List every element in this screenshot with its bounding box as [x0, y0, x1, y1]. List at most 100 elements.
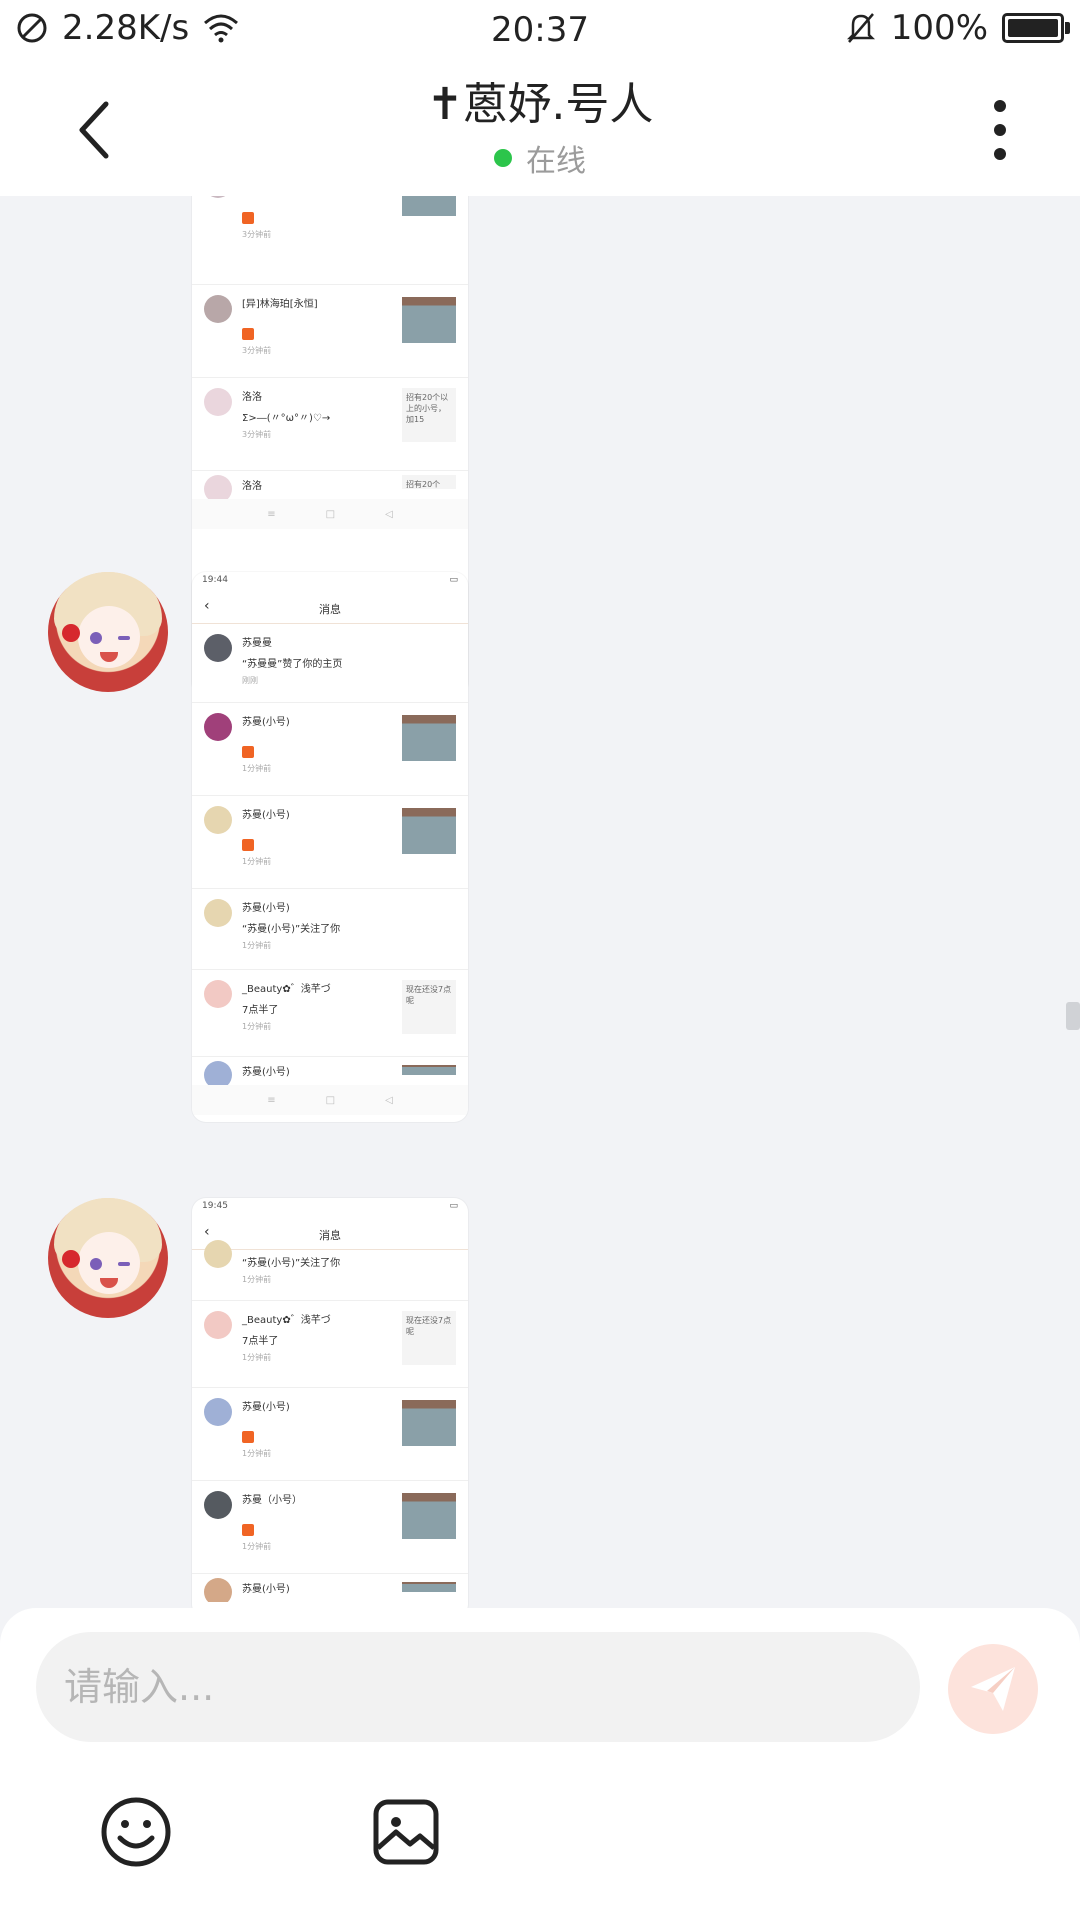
shot-status-bar: 19:45 ▭	[192, 1198, 468, 1219]
mini-avatar	[204, 196, 232, 198]
quoted-note: 现在还没7点呢	[402, 980, 456, 1034]
row-meta: 1分钟前	[242, 857, 272, 866]
post-thumbnail	[402, 297, 456, 343]
mini-avatar	[204, 1311, 232, 1339]
like-icon	[242, 1524, 254, 1536]
like-icon	[242, 746, 254, 758]
battery-icon	[1002, 13, 1070, 43]
mini-avatar	[204, 980, 232, 1008]
row-text: “苏曼(小号)”关注了你	[242, 1258, 341, 1269]
shot2-row-2: 苏曼(小号) 1分钟前	[192, 703, 468, 796]
shot3-row-3: 苏曼(小号) 1分钟前	[192, 1388, 468, 1481]
row-name: 苏曼曼	[242, 638, 272, 649]
post-thumbnail	[402, 1400, 456, 1446]
mute-bell-icon	[846, 13, 875, 43]
image-message-2[interactable]: 19:44 ▭ ‹ 消息 苏曼曼 “苏曼曼”赞了你的主页 刚刚 苏曼(小号) 1…	[192, 572, 468, 1122]
more-options-button[interactable]	[960, 90, 1040, 170]
mini-avatar	[204, 1240, 232, 1268]
shot-time: 19:44	[202, 575, 228, 585]
mini-avatar	[204, 295, 232, 323]
row-meta: 3分钟前	[242, 230, 272, 239]
mini-avatar	[204, 713, 232, 741]
mini-avatar	[204, 1491, 232, 1519]
chat-header: ✝蒽妤.号人 在线	[0, 60, 1080, 196]
row-meta: 1分钟前	[242, 1542, 272, 1551]
chat-title-block: ✝蒽妤.号人 在线	[0, 78, 1080, 180]
shot-status-bar: 19:44 ▭	[192, 572, 468, 593]
shot-title: 消息	[319, 1229, 341, 1242]
mini-avatar	[204, 475, 232, 499]
contact-name: ✝蒽妤.号人	[426, 79, 654, 130]
mini-avatar	[204, 1578, 232, 1602]
back-triangle-icon: ◁	[385, 508, 393, 520]
quoted-note: 现在还没7点呢	[402, 1311, 456, 1365]
image-picker-button[interactable]	[366, 1792, 446, 1872]
row-name: 苏曼(小号)	[242, 903, 290, 914]
row-meta: 1分钟前	[242, 941, 272, 950]
composer-panel	[0, 1608, 1080, 1920]
mini-avatar	[204, 1398, 232, 1426]
paper-plane-icon	[971, 1667, 1015, 1711]
shot2-row-5: _Beauty✿゛浅芊づ 7点半了 1分钟前 现在还没7点呢	[192, 970, 468, 1057]
quoted-note: 招有20个以上的小号，加15	[402, 388, 456, 442]
send-button[interactable]	[948, 1644, 1038, 1734]
mini-avatar	[204, 388, 232, 416]
shot-title-bar: ‹ 消息	[192, 593, 468, 624]
mini-avatar	[204, 634, 232, 662]
online-status-label: 在线	[526, 144, 586, 179]
shot-battery-icon: ▭	[449, 1201, 458, 1211]
shot-nav-bar: ≡ □ ◁	[192, 499, 468, 529]
sender-avatar[interactable]	[48, 572, 168, 692]
quoted-note: 招有20个	[402, 475, 456, 489]
online-status: 在线	[494, 136, 586, 180]
post-thumbnail	[402, 196, 456, 216]
row-text: “苏曼曼”赞了你的主页	[242, 659, 343, 670]
shot1-row-4: 洛洛 招有20个	[192, 471, 468, 499]
like-icon	[242, 328, 254, 340]
row-meta: 3分钟前	[242, 346, 272, 355]
emoji-button[interactable]	[96, 1792, 176, 1872]
row-meta: 1分钟前	[242, 764, 272, 773]
shot3-row-5: 苏曼(小号)	[192, 1574, 468, 1602]
shot-time: 19:45	[202, 1201, 228, 1211]
row-meta: 刚刚	[242, 676, 258, 685]
shot3-row-4: 苏曼（小号） 1分钟前	[192, 1481, 468, 1574]
mini-avatar	[204, 1061, 232, 1085]
shot2-row-6: 苏曼(小号)	[192, 1057, 468, 1085]
shot-nav-bar: ≡ □ ◁	[192, 1085, 468, 1115]
home-icon: □	[325, 1094, 336, 1106]
shot2-row-4: 苏曼(小号) “苏曼(小号)”关注了你 1分钟前	[192, 889, 468, 970]
shot2-row-1: 苏曼曼 “苏曼曼”赞了你的主页 刚刚	[192, 624, 468, 703]
like-icon	[242, 839, 254, 851]
row-text: “苏曼(小号)”关注了你	[242, 924, 341, 935]
back-triangle-icon: ◁	[385, 1094, 393, 1106]
shot3-row-1: “苏曼(小号)”关注了你 1分钟前	[192, 1240, 468, 1301]
shot-title-bar: ‹ 消息	[192, 1219, 468, 1250]
shot3-row-2: _Beauty✿゛浅芊づ 7点半了 1分钟前 现在还没7点呢	[192, 1301, 468, 1388]
row-meta: 1分钟前	[242, 1275, 272, 1284]
status-bar: 2.28K/s 20:37 100%	[0, 0, 1080, 60]
shot-title: 消息	[319, 603, 341, 616]
shot1-row-3: 洛洛 Σ>―(〃°ω°〃)♡→ 3分钟前 招有20个以上的小号，加15	[192, 378, 468, 471]
post-thumbnail	[402, 1493, 456, 1539]
mini-avatar	[204, 806, 232, 834]
shot-battery-icon: ▭	[449, 575, 458, 585]
scrollbar-thumb[interactable]	[1066, 1002, 1080, 1030]
menu-icon: ≡	[267, 508, 276, 520]
battery-percent: 100%	[890, 8, 988, 48]
post-thumbnail	[402, 715, 456, 761]
menu-icon: ≡	[267, 1094, 276, 1106]
image-message-3[interactable]: 19:45 ▭ ‹ 消息 “苏曼(小号)”关注了你 1分钟前 _Beauty✿゛…	[192, 1198, 468, 1608]
home-icon: □	[325, 508, 336, 520]
like-icon	[242, 1431, 254, 1443]
mini-avatar	[204, 899, 232, 927]
row-meta: 1分钟前	[242, 1449, 272, 1458]
shot1-row-1: 3分钟前	[192, 196, 468, 285]
message-list[interactable]: 3分钟前 [异]林海珀[永恒] 3分钟前 洛洛 Σ>―(〃°ω°〃)♡→ 3分钟…	[0, 196, 1080, 1608]
status-right: 100%	[845, 8, 1070, 48]
online-dot-icon	[494, 149, 512, 167]
post-thumbnail	[402, 1582, 456, 1592]
like-icon	[242, 212, 254, 224]
message-input[interactable]	[36, 1632, 920, 1742]
sender-avatar[interactable]	[48, 1198, 168, 1318]
